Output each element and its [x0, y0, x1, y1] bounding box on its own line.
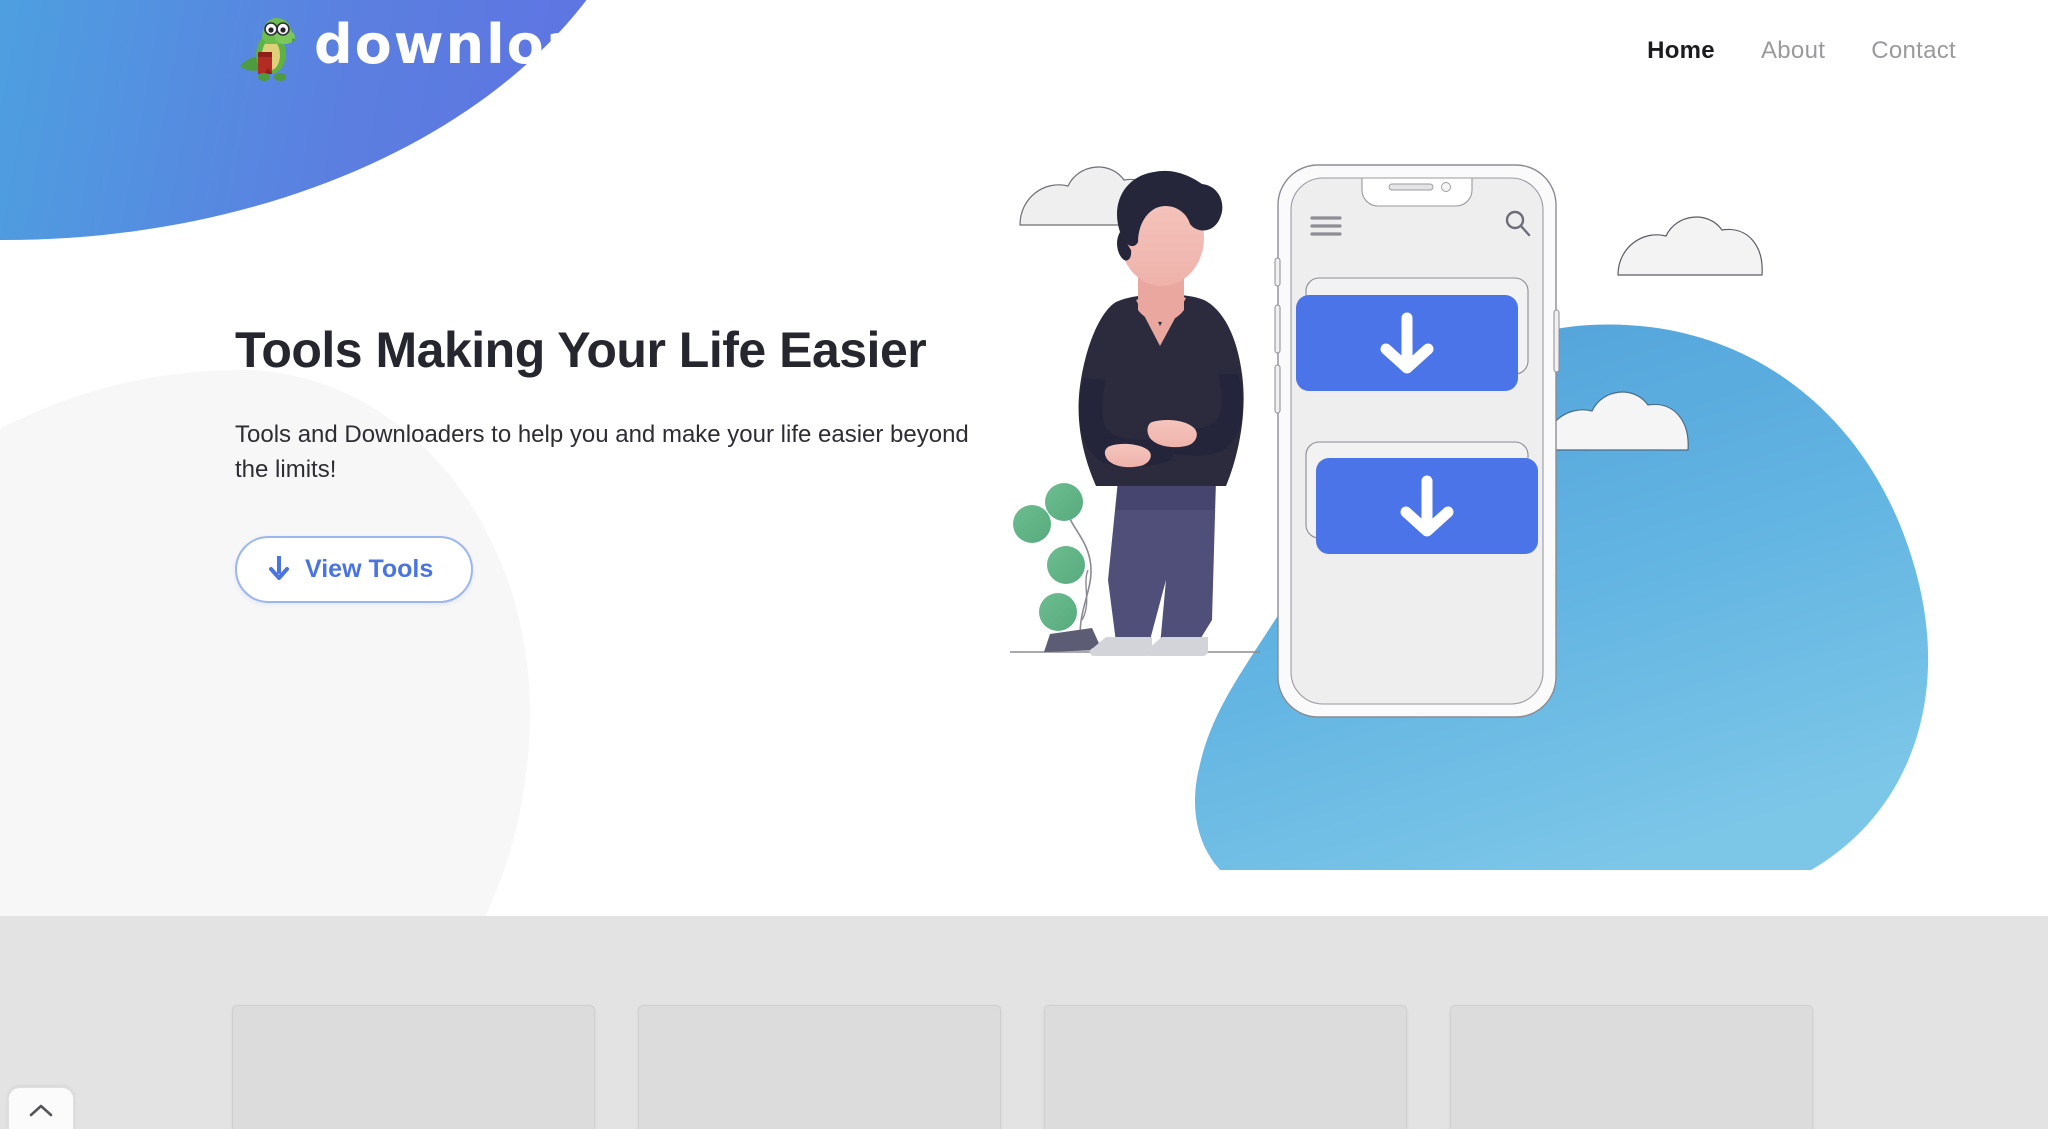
brand-card-adobe-stock[interactable]: St Adobe Stock — [638, 1005, 1001, 1129]
page-title: Tools Making Your Life Easier — [235, 322, 927, 378]
brand-card-alamy[interactable]: alamy — [1044, 1005, 1407, 1129]
nav-link-home[interactable]: Home — [1639, 33, 1723, 69]
hero-section: downloade Home About Contact Tools Makin… — [0, 0, 2048, 916]
phone-mockup — [1274, 164, 1560, 718]
view-tools-label: View Tools — [305, 554, 434, 583]
view-tools-button[interactable]: View Tools — [235, 535, 474, 603]
nav-link-about[interactable]: About — [1753, 33, 1833, 69]
brand-card-ntb-scanpix[interactable]: NTB scanpix — [1450, 1005, 1813, 1129]
brand-card-stockpanel[interactable]: STOCKPANEL — [232, 1005, 595, 1129]
crocodile-mascot-icon — [238, 8, 300, 82]
scroll-to-top-button[interactable] — [8, 1087, 74, 1129]
plant-illustration — [1013, 483, 1102, 652]
nav-link-contact[interactable]: Contact — [1863, 33, 1964, 69]
site-logo[interactable]: downloade — [238, 8, 663, 82]
logo-wordmark: downloade — [314, 13, 664, 76]
hero-subtitle: Tools and Downloaders to help you and ma… — [235, 421, 969, 483]
brand-logo-strip: STOCKPANEL St Adobe Stock alamy NTB scan — [0, 916, 2048, 1129]
download-arrow-icon — [267, 555, 291, 582]
main-navigation: Home About Contact — [1639, 33, 1964, 69]
hero-illustration — [1010, 150, 2010, 909]
person-illustration — [1078, 170, 1244, 657]
chevron-up-icon — [28, 1103, 54, 1124]
hero-copy: Tools Making Your Life Easier Tools and … — [235, 322, 1025, 603]
page-root: downloade Home About Contact Tools Makin… — [0, 0, 2048, 1129]
cloud-top-right — [1617, 216, 1763, 276]
